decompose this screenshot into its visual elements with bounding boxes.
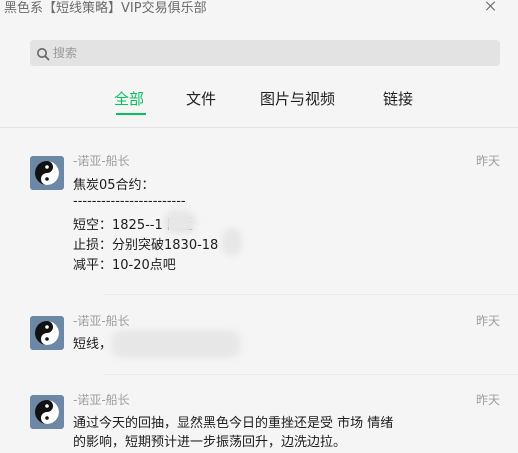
window-title: 黑色系【短线策略】VIP交易俱乐部	[4, 1, 207, 16]
tab-files[interactable]: 文件	[186, 88, 216, 109]
message-text-line: 通过今天的回抽，显然黑色今日的重挫还是受 市场 情绪	[73, 416, 394, 431]
search-input[interactable]: 搜索	[53, 40, 77, 66]
redaction-blur	[222, 228, 242, 256]
active-tab-indicator	[116, 113, 146, 115]
message-text-line: 短线，	[73, 337, 113, 352]
tab-media[interactable]: 图片与视频	[260, 88, 335, 109]
message-time: 昨天	[476, 314, 501, 328]
message-text-line: 焦炭05合约：	[73, 178, 155, 193]
message-time: 昨天	[476, 154, 501, 168]
divider	[0, 127, 518, 128]
close-icon[interactable]	[484, 0, 498, 14]
message-sender: -诺亚-船长	[73, 393, 130, 407]
redaction-blur	[112, 330, 240, 358]
message-text-line: ------------------------	[73, 194, 186, 209]
message-sender: -诺亚-船长	[73, 314, 130, 328]
message-time: 昨天	[476, 393, 501, 407]
yin-yang-icon	[35, 400, 59, 424]
message-separator	[104, 374, 518, 375]
search-icon	[36, 46, 50, 61]
yin-yang-icon	[35, 321, 59, 345]
search-box[interactable]: 搜索	[30, 40, 500, 66]
message-separator	[104, 294, 518, 295]
avatar[interactable]	[30, 316, 64, 350]
message-text-line: 的影响，短期预计进一步振荡回升，边洗边拉。	[73, 435, 347, 450]
message-text-line: 减平：10-20点吧	[73, 258, 176, 273]
message-text-line: 止损：分别突破1830-18	[73, 238, 219, 253]
message-sender: -诺亚-船长	[73, 154, 130, 168]
yin-yang-icon	[35, 161, 59, 185]
title-bar: 黑色系【短线策略】VIP交易俱乐部	[0, 0, 518, 22]
avatar[interactable]	[30, 156, 64, 190]
redaction-blur	[164, 210, 196, 234]
tab-links[interactable]: 链接	[383, 88, 413, 109]
tab-bar: 全部 文件 图片与视频 链接	[0, 88, 518, 118]
tab-all[interactable]: 全部	[114, 88, 144, 109]
avatar[interactable]	[30, 395, 64, 429]
